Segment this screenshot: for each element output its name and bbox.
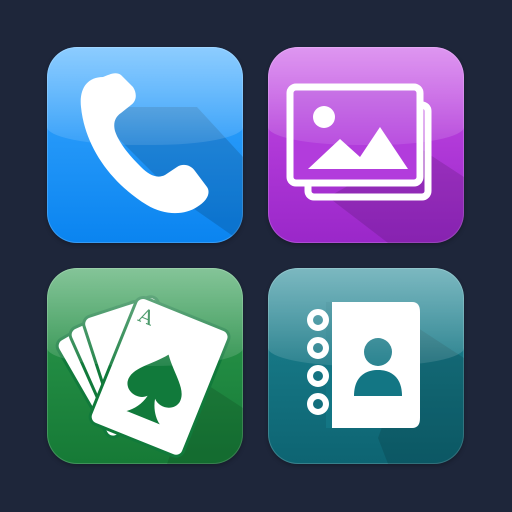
contacts-book-icon (307, 302, 464, 464)
phone-icon (80, 73, 243, 243)
playing-cards-icon: A (55, 295, 243, 464)
gallery-app-icon[interactable] (268, 47, 464, 243)
gallery-icon (286, 83, 464, 243)
contacts-app-icon[interactable] (268, 268, 464, 464)
cards-app-icon[interactable]: A (47, 268, 243, 464)
phone-app-icon[interactable] (47, 47, 243, 243)
